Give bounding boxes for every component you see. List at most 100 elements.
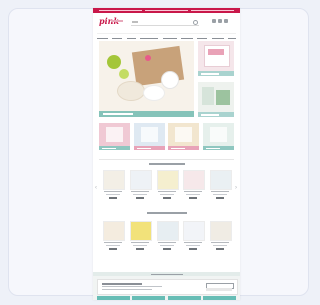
product-image[interactable] <box>129 170 152 190</box>
product-name[interactable] <box>159 194 174 196</box>
product-price <box>189 248 198 250</box>
footer-heading-bar <box>93 272 240 276</box>
product-price <box>109 248 117 250</box>
product-image[interactable] <box>103 221 125 241</box>
hero-caption <box>99 111 194 117</box>
product-image[interactable] <box>183 221 206 241</box>
footer-link[interactable] <box>132 296 166 300</box>
footer-links <box>97 296 236 300</box>
product-name[interactable] <box>213 245 227 247</box>
cart-icon[interactable] <box>224 19 228 23</box>
header-icons <box>212 19 228 23</box>
main-nav <box>97 33 236 41</box>
product-card[interactable] <box>208 170 232 200</box>
newsletter-box <box>97 279 238 295</box>
search-icon[interactable] <box>193 20 198 25</box>
product-name[interactable] <box>130 242 149 244</box>
footer-link[interactable] <box>167 296 201 300</box>
webpage: pink ‹ › <box>93 8 240 300</box>
product-name[interactable] <box>213 194 227 196</box>
product-image[interactable] <box>210 221 232 241</box>
product-price <box>162 197 171 199</box>
product-name[interactable] <box>104 191 122 193</box>
product-name[interactable] <box>186 194 201 196</box>
category-tile-image <box>106 127 123 142</box>
category-tile[interactable] <box>168 123 200 150</box>
carousel-next-icon[interactable]: › <box>235 185 238 191</box>
newsletter-title <box>102 283 142 285</box>
category-tile[interactable] <box>202 123 234 150</box>
product-card[interactable] <box>181 221 206 251</box>
category-tile-image <box>209 127 227 142</box>
product-name[interactable] <box>157 242 176 244</box>
nav-item[interactable] <box>211 37 224 40</box>
nav-item[interactable] <box>180 37 193 40</box>
logo-tagline <box>111 20 123 22</box>
nav-item[interactable] <box>162 37 177 40</box>
site-header: pink <box>93 13 240 40</box>
footer-link[interactable] <box>202 296 236 300</box>
category-tile-label <box>99 146 130 150</box>
product-image[interactable] <box>183 170 206 190</box>
product-name[interactable] <box>106 245 120 247</box>
promo-tile-caption <box>198 71 234 76</box>
search-placeholder <box>132 21 138 23</box>
product-name[interactable] <box>106 194 120 196</box>
product-name[interactable] <box>132 194 147 196</box>
wishlist-icon[interactable] <box>218 19 222 23</box>
product-card[interactable] <box>208 221 232 251</box>
product-image[interactable] <box>210 170 232 190</box>
nav-item[interactable] <box>140 37 159 40</box>
product-image[interactable] <box>103 170 125 190</box>
category-tile-label <box>133 146 165 150</box>
newsletter-submit-button[interactable] <box>206 288 232 291</box>
category-tile[interactable] <box>99 123 130 150</box>
product-name[interactable] <box>159 245 174 247</box>
product-name[interactable] <box>157 191 176 193</box>
promo-bar-messages <box>99 9 234 12</box>
product-name[interactable] <box>186 245 201 247</box>
hero-flower <box>145 55 151 61</box>
product-card[interactable] <box>155 170 179 200</box>
section-title <box>147 212 187 214</box>
category-tile[interactable] <box>133 123 165 150</box>
search-input[interactable] <box>131 20 199 26</box>
section-title <box>149 163 185 165</box>
product-name[interactable] <box>104 242 122 244</box>
carousel-prev-icon[interactable]: ‹ <box>95 185 98 191</box>
product-card[interactable] <box>128 170 152 200</box>
product-card[interactable] <box>181 170 206 200</box>
product-image[interactable] <box>129 221 152 241</box>
product-card[interactable] <box>128 221 152 251</box>
nav-item[interactable] <box>197 37 208 40</box>
product-name[interactable] <box>211 242 229 244</box>
nav-item[interactable] <box>112 37 123 40</box>
footer-band <box>93 272 240 300</box>
product-price <box>189 197 198 199</box>
nav-item[interactable] <box>97 37 108 40</box>
product-card[interactable] <box>101 170 125 200</box>
product-image[interactable] <box>156 221 179 241</box>
promo-tile-top[interactable] <box>198 41 234 76</box>
product-price <box>135 248 144 250</box>
nav-item[interactable] <box>228 37 236 40</box>
product-name[interactable] <box>132 245 147 247</box>
account-icon[interactable] <box>212 19 216 23</box>
footer-link[interactable] <box>97 296 130 300</box>
newsletter-text <box>102 289 152 291</box>
category-tile-image <box>175 127 193 142</box>
product-name[interactable] <box>184 191 203 193</box>
product-price <box>109 197 117 199</box>
product-name[interactable] <box>130 191 149 193</box>
product-name[interactable] <box>211 191 229 193</box>
product-row-2 <box>101 221 232 251</box>
promo-tile-bottom[interactable] <box>198 82 234 117</box>
product-name[interactable] <box>184 242 203 244</box>
product-card[interactable] <box>101 221 125 251</box>
product-price <box>216 248 224 250</box>
product-image[interactable] <box>156 170 179 190</box>
hero-banner[interactable] <box>99 41 194 117</box>
product-card[interactable] <box>155 221 179 251</box>
nav-item[interactable] <box>126 37 136 40</box>
category-tile-label <box>168 146 200 150</box>
